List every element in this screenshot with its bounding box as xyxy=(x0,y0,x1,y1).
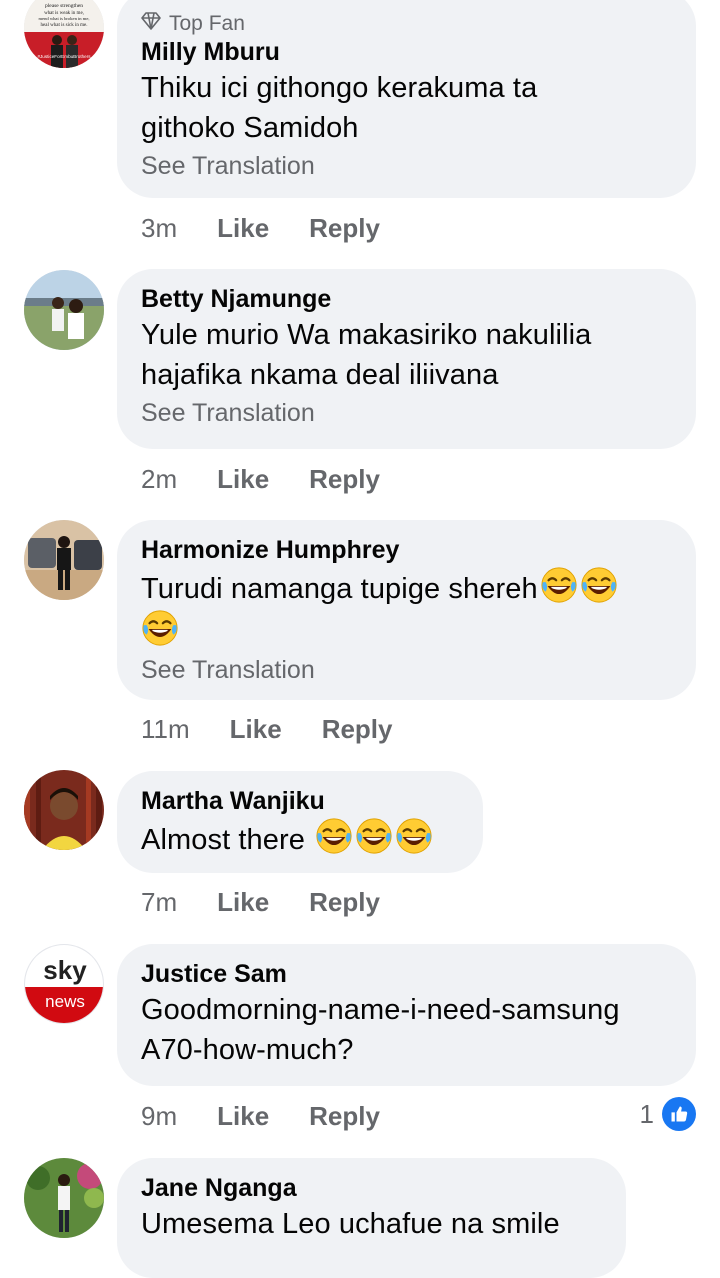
see-translation-link[interactable]: See Translation xyxy=(141,654,672,686)
comment-author[interactable]: Harmonize Humphrey xyxy=(141,534,672,566)
sky-logo-text: sky xyxy=(43,955,87,985)
comment-author[interactable]: Betty Njamunge xyxy=(141,283,672,315)
like-button[interactable]: Like xyxy=(217,886,269,918)
like-button[interactable]: Like xyxy=(217,463,269,495)
avatar[interactable]: sky news xyxy=(24,944,104,1024)
like-button[interactable]: Like xyxy=(230,713,282,745)
comment-text-line: Umesema Leo uchafue na smile xyxy=(141,1208,560,1240)
comment-text-line: Turudi namanga tupige shereh xyxy=(141,566,672,609)
laughing-emoji-icon xyxy=(580,566,618,604)
comment-text: Turudi namanga tupige shereh xyxy=(141,573,538,605)
comment-text-line: Almost there xyxy=(141,817,459,860)
comment-bubble: Martha Wanjiku Almost there xyxy=(117,771,483,873)
avatar[interactable] xyxy=(24,1158,104,1238)
reply-button[interactable]: Reply xyxy=(309,1100,380,1132)
comment-text-line: githoko Samidoh xyxy=(141,112,359,144)
see-translation-link[interactable]: See Translation xyxy=(141,397,672,429)
laughing-emoji-icon xyxy=(141,609,179,647)
see-translation-link[interactable]: See Translation xyxy=(141,150,672,182)
comment-timestamp[interactable]: 2m xyxy=(141,463,177,495)
comment-text: Almost there xyxy=(141,824,314,856)
comment-actions: 7m Like Reply xyxy=(141,886,380,918)
laughing-emoji-icon xyxy=(355,817,393,855)
comment-actions: 11m Like Reply xyxy=(141,713,393,745)
reply-button[interactable]: Reply xyxy=(309,886,380,918)
reply-button[interactable]: Reply xyxy=(309,212,380,244)
comment-text-line: Yule murio Wa makasiriko nakulilia xyxy=(141,319,592,351)
comment-actions: 2m Like Reply xyxy=(141,463,380,495)
comment-bubble: Justice Sam Goodmorning-name-i-need-sams… xyxy=(117,944,696,1086)
top-fan-badge: Top Fan xyxy=(141,12,672,36)
avatar-text: heal what is sick in me. xyxy=(41,23,88,28)
avatar[interactable] xyxy=(24,520,104,600)
avatar[interactable]: please strengthen what is weak in me, me… xyxy=(24,0,104,68)
avatar-text: please strengthen xyxy=(45,3,83,9)
avatar-text: #JusticeForEmbuBrothers xyxy=(37,54,91,59)
comment-bubble: Harmonize Humphrey Turudi namanga tupige… xyxy=(117,520,696,700)
avatar[interactable] xyxy=(24,270,104,350)
comment-actions: 3m Like Reply xyxy=(141,212,380,244)
diamond-icon xyxy=(141,12,161,36)
comment-bubble: Jane Nganga Umesema Leo uchafue na smile xyxy=(117,1158,626,1278)
avatar[interactable] xyxy=(24,770,104,850)
reaction-summary[interactable]: 1 xyxy=(640,1097,696,1131)
comment-bubble: Betty Njamunge Yule murio Wa makasiriko … xyxy=(117,269,696,449)
comment-text-line: A70-how-much? xyxy=(141,1034,354,1066)
badge-label: Top Fan xyxy=(169,12,245,35)
comment-text-line: Goodmorning-name-i-need-samsung xyxy=(141,994,620,1026)
comment-timestamp[interactable]: 7m xyxy=(141,886,177,918)
comment-timestamp[interactable]: 11m xyxy=(141,713,190,745)
comment-timestamp[interactable]: 9m xyxy=(141,1100,177,1132)
comment-text-line: Thiku ici githongo kerakuma ta xyxy=(141,72,538,104)
comment-bubble: Top Fan Milly Mburu Thiku ici githongo k… xyxy=(117,0,696,198)
laughing-emoji-icon xyxy=(540,566,578,604)
comment-text-line xyxy=(141,609,672,652)
comment-author[interactable]: Jane Nganga xyxy=(141,1172,602,1204)
laughing-emoji-icon xyxy=(395,817,433,855)
reply-button[interactable]: Reply xyxy=(309,463,380,495)
comment-actions: 9m Like Reply xyxy=(141,1100,380,1132)
news-logo-text: news xyxy=(45,992,85,1011)
like-button[interactable]: Like xyxy=(217,212,269,244)
comment-author[interactable]: Martha Wanjiku xyxy=(141,785,459,817)
comment-author[interactable]: Justice Sam xyxy=(141,958,672,990)
laughing-emoji-icon xyxy=(315,817,353,855)
reaction-count: 1 xyxy=(639,1098,654,1129)
reply-button[interactable]: Reply xyxy=(322,713,393,745)
like-reaction-icon xyxy=(662,1097,696,1131)
comment-text-line: hajafika nkama deal iliivana xyxy=(141,359,499,391)
comment-author[interactable]: Milly Mburu xyxy=(141,36,672,68)
like-button[interactable]: Like xyxy=(217,1100,269,1132)
comment-timestamp[interactable]: 3m xyxy=(141,212,177,244)
